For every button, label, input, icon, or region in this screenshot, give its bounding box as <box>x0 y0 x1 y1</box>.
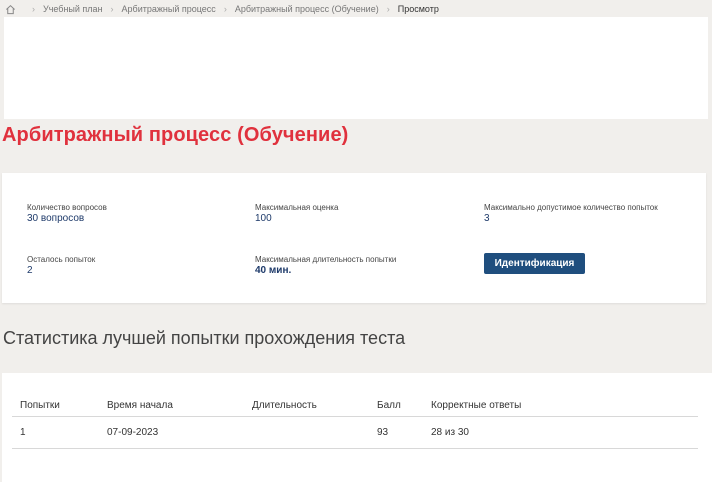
column-header-correct-answers: Корректные ответы <box>423 395 698 417</box>
max-score-field: Максимальная оценка 100 <box>255 203 338 225</box>
breadcrumb-item-training[interactable]: Арбитражный процесс (Обучение) <box>235 4 379 14</box>
questions-field: Количество вопросов 30 вопросов <box>27 203 107 225</box>
remaining-attempts-label: Осталось попыток <box>27 255 96 264</box>
table-row: 1 07-09-2023 93 28 из 30 <box>12 416 698 449</box>
chevron-right-icon: › <box>32 4 35 14</box>
test-info-card: Количество вопросов 30 вопросов Максимал… <box>2 173 706 303</box>
chevron-right-icon: › <box>223 4 227 14</box>
max-score-value: 100 <box>255 213 272 224</box>
cell-correct-answers: 28 из 30 <box>423 416 698 449</box>
column-header-attempts: Попытки <box>12 395 99 417</box>
column-header-score: Балл <box>369 395 423 417</box>
cell-duration <box>244 416 369 449</box>
cell-attempt: 1 <box>12 416 99 449</box>
cell-score: 93 <box>369 416 423 449</box>
column-header-start-time: Время начала <box>99 395 244 417</box>
chevron-right-icon: › <box>110 4 114 14</box>
questions-label: Количество вопросов <box>27 203 107 212</box>
cell-start-time: 07-09-2023 <box>99 416 244 449</box>
banner-area <box>4 17 708 119</box>
remaining-attempts-value: 2 <box>27 265 33 276</box>
breadcrumb-item-course[interactable]: Арбитражный процесс <box>122 4 216 14</box>
stats-card: Попытки Время начала Длительность Балл К… <box>2 373 712 482</box>
max-duration-field: Максимальная длительность попытки 40 мин… <box>255 255 396 277</box>
max-attempts-label: Максимально допустимое количество попыто… <box>484 203 658 212</box>
stats-section-title: Статистика лучшей попытки прохождения те… <box>3 328 406 348</box>
remaining-attempts-field: Осталось попыток 2 <box>27 255 95 277</box>
stats-table: Попытки Время начала Длительность Балл К… <box>12 395 698 449</box>
max-attempts-field: Максимально допустимое количество попыто… <box>484 203 684 225</box>
table-header-row: Попытки Время начала Длительность Балл К… <box>12 395 698 417</box>
breadcrumb-item-current: Просмотр <box>397 4 439 14</box>
max-duration-label: Максимальная длительность попытки <box>255 255 397 264</box>
max-score-label: Максимальная оценка <box>255 203 339 212</box>
breadcrumb-item-plan[interactable]: Учебный план <box>43 4 103 14</box>
column-header-duration: Длительность <box>244 395 369 417</box>
max-attempts-value: 3 <box>484 213 490 224</box>
identification-button[interactable]: Идентификация <box>484 253 585 274</box>
home-icon[interactable] <box>4 3 16 15</box>
chevron-right-icon: › <box>386 4 390 14</box>
questions-value: 30 вопросов <box>27 213 85 224</box>
max-duration-value: 40 мин. <box>255 265 292 276</box>
page-title: Арбитражный процесс (Обучение) <box>2 124 349 146</box>
breadcrumb: › Учебный план › Арбитражный процесс › А… <box>4 2 439 16</box>
